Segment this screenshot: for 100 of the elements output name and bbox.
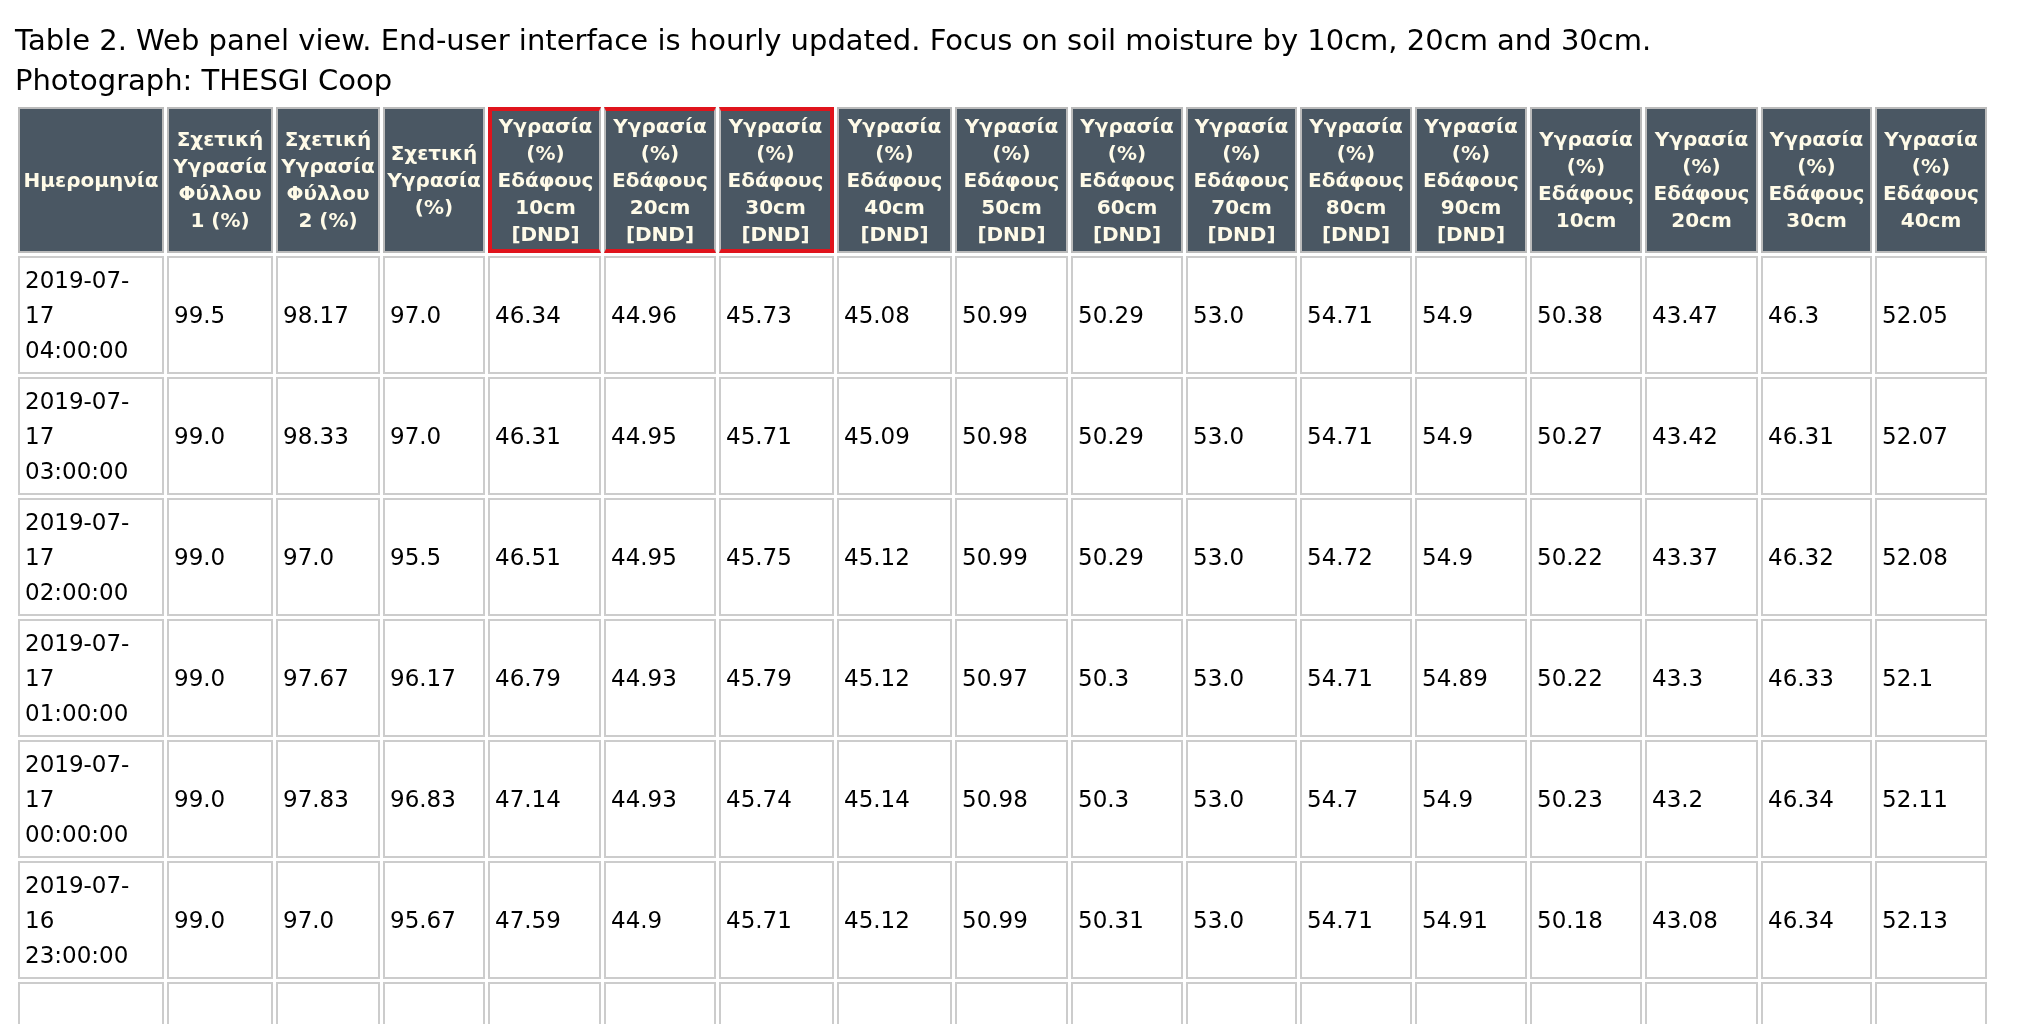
column-header: Ημερομηνία: [18, 107, 164, 253]
table-cell: 2019-07-16 23:00:00: [18, 861, 164, 979]
table-cell: 54.9: [1415, 740, 1527, 858]
table-cell: 97.83: [276, 740, 380, 858]
table-cell: 52.05: [1875, 256, 1987, 374]
column-header: Υγρασία (%) Εδάφους 40cm [DND]: [837, 107, 952, 253]
table-cell: 52.08: [1875, 498, 1987, 616]
table-cell: 2019-07-17 00:00:00: [18, 740, 164, 858]
table-cell: 99.5: [167, 256, 273, 374]
table-cell: 52.11: [1875, 740, 1987, 858]
column-header: Σχετική Υγρασία Φύλλου 1 (%): [167, 107, 273, 253]
table-cell: 46.51: [488, 498, 601, 616]
table-cell: 45.74: [719, 740, 834, 858]
column-header: Υγρασία (%) Εδάφους 20cm [DND]: [604, 107, 716, 253]
table-cell: 46.34: [1761, 740, 1872, 858]
table-cell: 47.14: [488, 740, 601, 858]
table-cell: 96.17: [383, 619, 485, 737]
column-header: Υγρασία (%) Εδάφους 40cm: [1875, 107, 1987, 253]
table-cell: 54.71: [1300, 619, 1412, 737]
table-cell: 97.0: [383, 256, 485, 374]
table-cell: 50.38: [1530, 256, 1642, 374]
table-cell: 46.32: [1761, 498, 1872, 616]
table-cell: 50.3: [1071, 619, 1183, 737]
table-cell: 45.12: [837, 861, 952, 979]
table-cell: 53.0: [1186, 740, 1297, 858]
table-cell: 43.42: [1645, 377, 1758, 495]
table-cell: 99.0: [167, 377, 273, 495]
table-cell: 97.0: [383, 377, 485, 495]
table-cell: 53.0: [1186, 861, 1297, 979]
table-cell: 50.29: [1071, 377, 1183, 495]
table-cell: 52.1: [1875, 619, 1987, 737]
table-cell: 44.93: [604, 619, 716, 737]
table-cell: 2019-07-17 01:00:00: [18, 619, 164, 737]
table-cell: 54.72: [1300, 498, 1412, 616]
table-cell: 50.98: [955, 377, 1068, 495]
column-header: Υγρασία (%) Εδάφους 10cm [DND]: [488, 107, 601, 253]
table-cell: 43.47: [1645, 256, 1758, 374]
table-cell: 53.0: [1186, 619, 1297, 737]
table-cell: 44.9: [604, 861, 716, 979]
table-cell: 46.79: [488, 619, 601, 737]
table-cell: 44.95: [604, 498, 716, 616]
table-cell: 54.89: [1415, 619, 1527, 737]
table-cell: 97.0: [276, 861, 380, 979]
table-cell: 46.3: [1761, 256, 1872, 374]
table-cell: 46.31: [488, 377, 601, 495]
column-header: Υγρασία (%) Εδάφους 70cm [DND]: [1186, 107, 1297, 253]
table-cell: 43.08: [1645, 861, 1758, 979]
table-cell: 50.29: [1071, 256, 1183, 374]
table-cell: 54.71: [1300, 377, 1412, 495]
table-cell: 50.99: [955, 256, 1068, 374]
table-cell: 52.07: [1875, 377, 1987, 495]
table-cell: 50.22: [1530, 619, 1642, 737]
table-cell: 50.18: [1530, 861, 1642, 979]
table-cell: 45.71: [719, 377, 834, 495]
table-cell: 45.14: [837, 740, 952, 858]
table-cell: 46.34: [488, 256, 601, 374]
table-cell: 2019-07-17 02:00:00: [18, 498, 164, 616]
table-cell: 53.0: [1186, 498, 1297, 616]
table-cell: 95.67: [383, 861, 485, 979]
table-cell: 47.59: [488, 861, 601, 979]
table-cell: 97.67: [276, 619, 380, 737]
table-cell: 44.95: [604, 377, 716, 495]
column-header: Υγρασία (%) Εδάφους 80cm [DND]: [1300, 107, 1412, 253]
table-cell: 45.79: [719, 619, 834, 737]
table-cell: 46.33: [1761, 619, 1872, 737]
table-cell: 50.22: [1530, 498, 1642, 616]
column-header: Υγρασία (%) Εδάφους 60cm [DND]: [1071, 107, 1183, 253]
column-header: Υγρασία (%) Εδάφους 50cm [DND]: [955, 107, 1068, 253]
table-cell: 96.83: [383, 740, 485, 858]
table-cell: 2019-07-17 03:00:00: [18, 377, 164, 495]
table-cell: 98.33: [276, 377, 380, 495]
table-cell: 99.0: [167, 619, 273, 737]
table-cell: 99.0: [167, 861, 273, 979]
table-cell: 54.71: [1300, 256, 1412, 374]
column-header: Υγρασία (%) Εδάφους 30cm [DND]: [719, 107, 834, 253]
table-cell: 45.09: [837, 377, 952, 495]
table-cell: 53.0: [1186, 256, 1297, 374]
table-cell: 50.99: [955, 861, 1068, 979]
table-cell: 50.3: [1071, 740, 1183, 858]
table-cell: 52.13: [1875, 861, 1987, 979]
table-cell: 45.12: [837, 498, 952, 616]
column-header: Υγρασία (%) Εδάφους 10cm: [1530, 107, 1642, 253]
table-cell: 50.23: [1530, 740, 1642, 858]
table-cell: 50.97: [955, 619, 1068, 737]
table-cell: 2019-07-17 04:00:00: [18, 256, 164, 374]
column-header: Σχετική Υγρασία (%): [383, 107, 485, 253]
table-cell: 43.3: [1645, 619, 1758, 737]
table-caption: Table 2. Web panel view. End-user interface is hourly updated. Focus on soil moisture by 10cm, 20cm and 30cm.: [15, 22, 1652, 59]
table-cell: 50.98: [955, 740, 1068, 858]
table-cell: 45.75: [719, 498, 834, 616]
table-cell: 54.7: [1300, 740, 1412, 858]
table-cell: 50.27: [1530, 377, 1642, 495]
table-cell: 53.0: [1186, 377, 1297, 495]
table-cell: 50.29: [1071, 498, 1183, 616]
table-cell: 95.5: [383, 498, 485, 616]
table-cell: 43.2: [1645, 740, 1758, 858]
table-cell: 54.9: [1415, 256, 1527, 374]
table-cell: 98.17: [276, 256, 380, 374]
table-cell: 54.71: [1300, 861, 1412, 979]
table-cell: 45.73: [719, 256, 834, 374]
